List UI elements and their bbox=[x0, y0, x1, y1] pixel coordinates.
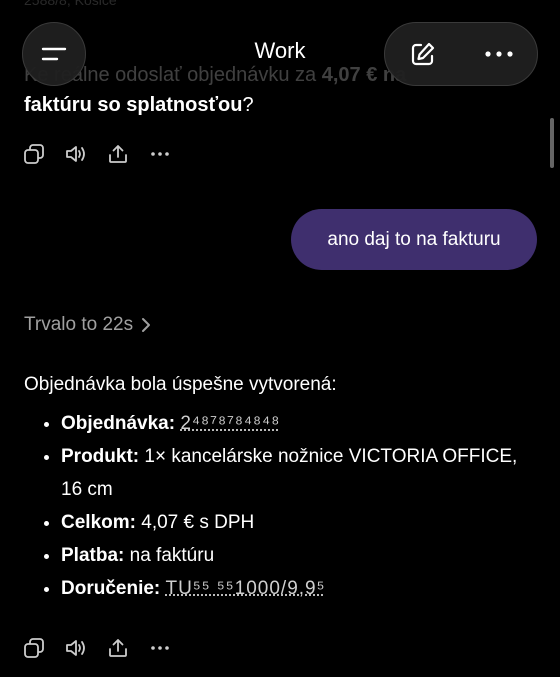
more-actions-button[interactable] bbox=[148, 142, 172, 166]
compose-icon bbox=[411, 42, 435, 66]
item-key: Doručenie: bbox=[61, 578, 161, 599]
share-icon bbox=[109, 145, 127, 163]
item-key: Produkt: bbox=[61, 446, 140, 467]
more-actions-button[interactable] bbox=[148, 636, 172, 660]
speaker-icon bbox=[66, 146, 85, 162]
new-chat-button[interactable] bbox=[397, 28, 449, 80]
item-value: TU⁵⁵ ⁵⁵1000/9,9⁵ bbox=[165, 578, 326, 599]
item-value: na faktúru bbox=[129, 545, 215, 566]
item-key: Objednávka: bbox=[61, 413, 176, 434]
chevron-right-icon bbox=[142, 318, 151, 332]
read-aloud-button[interactable] bbox=[64, 636, 88, 660]
more-icon bbox=[151, 646, 169, 650]
speaker-icon bbox=[66, 640, 85, 656]
share-button[interactable] bbox=[106, 636, 130, 660]
copy-icon bbox=[24, 144, 44, 164]
header-actions bbox=[384, 22, 538, 86]
more-options-button[interactable] bbox=[473, 28, 525, 80]
item-value: 4,07 € s DPH bbox=[141, 512, 255, 533]
share-icon bbox=[109, 639, 127, 657]
assistant-answer: Objednávka bola úspešne vytvorená: Objed… bbox=[24, 368, 534, 605]
read-aloud-button[interactable] bbox=[64, 142, 88, 166]
copy-icon bbox=[24, 638, 44, 658]
list-item: Produkt: 1× kancelárske nožnice VICTORIA… bbox=[61, 440, 534, 506]
list-item: Doručenie: TU⁵⁵ ⁵⁵1000/9,9⁵ bbox=[61, 572, 534, 605]
message-toolbar-1 bbox=[22, 142, 172, 166]
copy-button[interactable] bbox=[22, 636, 46, 660]
copy-button[interactable] bbox=[22, 142, 46, 166]
scrollbar[interactable] bbox=[550, 118, 554, 168]
list-item: Platba: na faktúru bbox=[61, 539, 534, 572]
thinking-duration-label: Trvalo to 22s bbox=[24, 314, 134, 335]
user-message-bubble: ano daj to na fakturu bbox=[291, 209, 537, 270]
top-bar: Work bbox=[0, 0, 560, 100]
share-button[interactable] bbox=[106, 142, 130, 166]
more-icon bbox=[485, 51, 513, 57]
message-toolbar-2 bbox=[22, 636, 172, 660]
thinking-duration-toggle[interactable]: Trvalo to 22s bbox=[24, 314, 151, 336]
item-value: 2⁴⁸⁷⁸⁷⁸⁴⁸⁴⁸ bbox=[180, 413, 281, 434]
answer-intro: Objednávka bola úspešne vytvorená: bbox=[24, 374, 337, 395]
item-key: Platba: bbox=[61, 545, 125, 566]
item-key: Celkom: bbox=[61, 512, 136, 533]
list-item: Celkom: 4,07 € s DPH bbox=[61, 506, 534, 539]
more-icon bbox=[151, 152, 169, 156]
order-details-list: Objednávka: 2⁴⁸⁷⁸⁷⁸⁴⁸⁴⁸ Produkt: 1× kanc… bbox=[24, 407, 534, 605]
list-item: Objednávka: 2⁴⁸⁷⁸⁷⁸⁴⁸⁴⁸ bbox=[61, 407, 534, 440]
